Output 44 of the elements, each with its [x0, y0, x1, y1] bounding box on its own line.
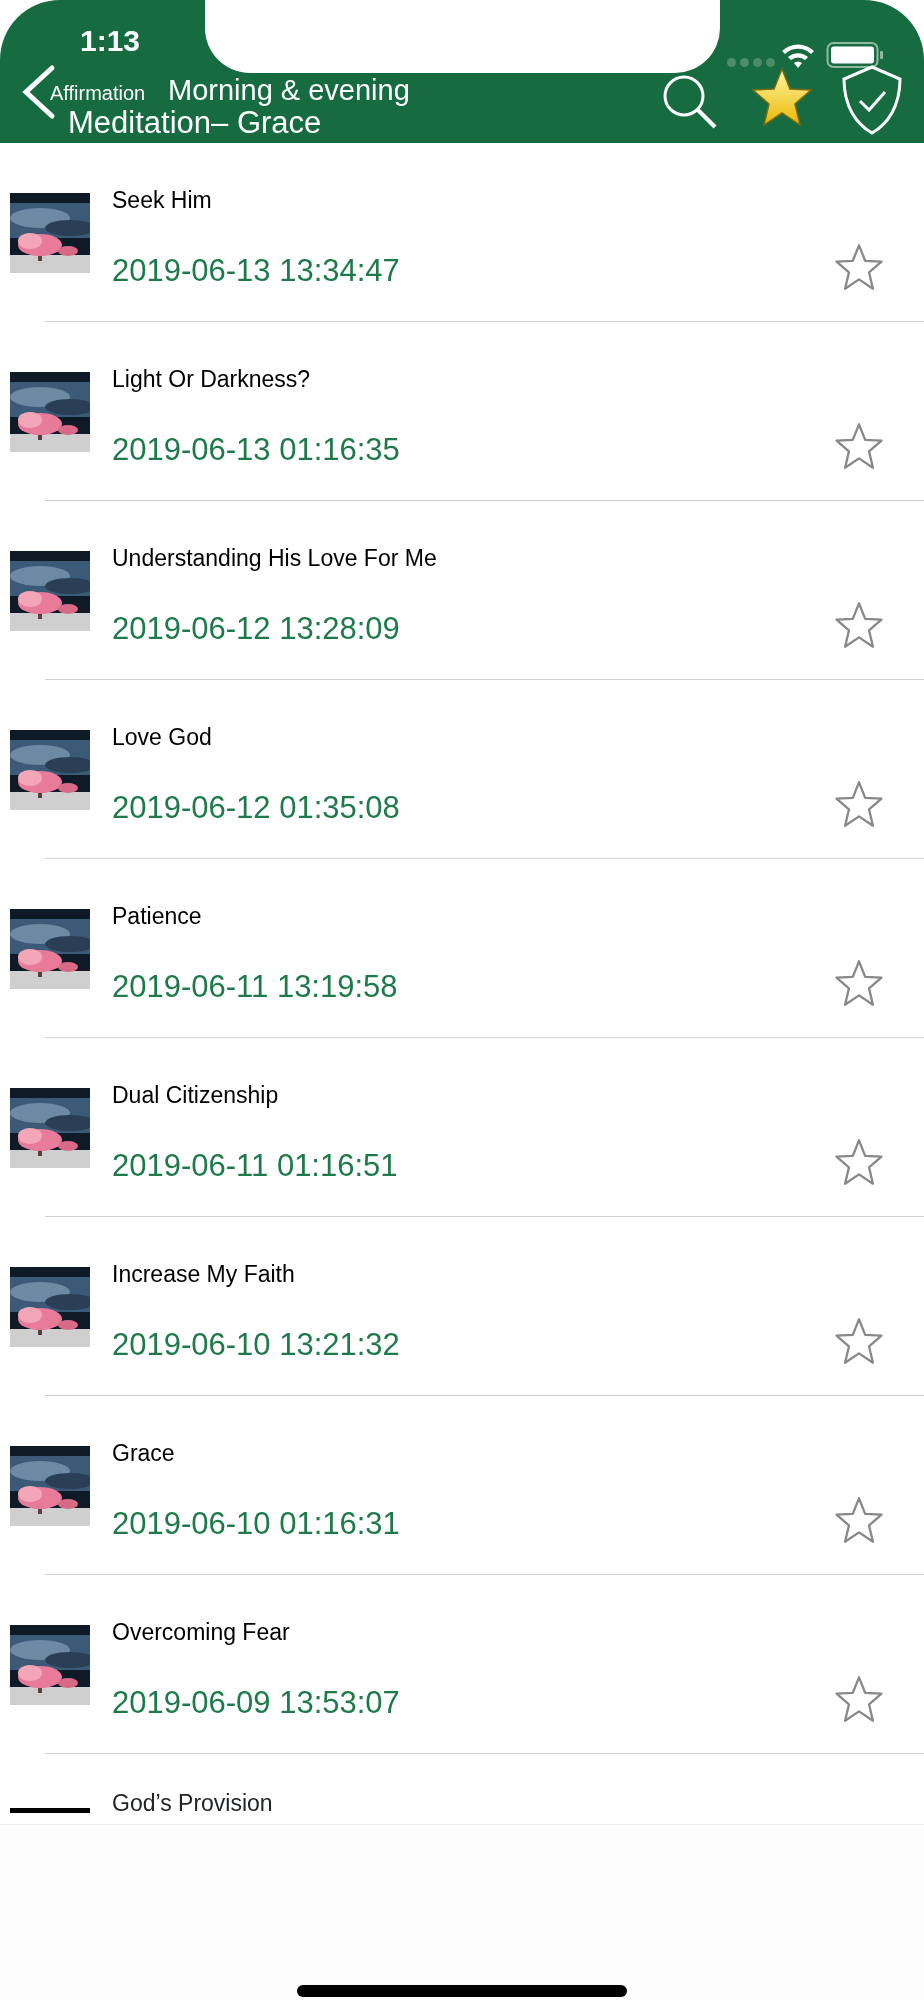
- entry-date: 2019-06-13 01:16:35: [112, 431, 400, 469]
- entry-title: Grace: [112, 1439, 175, 1468]
- star-icon[interactable]: [834, 422, 884, 470]
- list-row[interactable]: Dual Citizenship 2019-06-11 01:16:51: [0, 1038, 924, 1217]
- status-time: 1:13: [80, 23, 141, 59]
- star-icon[interactable]: [834, 959, 884, 1007]
- nav-title: Meditation– Grace: [68, 106, 322, 140]
- signal-icon: [727, 58, 775, 67]
- shield-icon[interactable]: [840, 64, 904, 136]
- star-icon[interactable]: [834, 601, 884, 649]
- entry-title: God’s Provision: [112, 1790, 273, 1816]
- entry-title: Dual Citizenship: [112, 1081, 279, 1110]
- list-row[interactable]: Light Or Darkness? 2019-06-13 01:16:35: [0, 322, 924, 501]
- entry-title: Overcoming Fear: [112, 1618, 290, 1647]
- star-icon[interactable]: [834, 1496, 884, 1544]
- entry-title: Patience: [112, 902, 202, 931]
- entry-date: 2019-06-12 01:35:08: [112, 789, 400, 827]
- list-row[interactable]: Seek Him 2019-06-13 13:34:47: [0, 143, 924, 322]
- entry-date: 2019-06-10 01:16:31: [112, 1505, 400, 1543]
- entry-title: Light Or Darkness?: [112, 365, 311, 394]
- entry-date: 2019-06-11 01:16:51: [112, 1147, 398, 1185]
- entry-title: Seek Him: [112, 186, 212, 215]
- entry-date: 2019-06-12 13:28:09: [112, 610, 400, 648]
- list-row[interactable]: Love God 2019-06-12 01:35:08: [0, 680, 924, 859]
- star-icon[interactable]: [834, 1138, 884, 1186]
- entry-date: 2019-06-13 13:34:47: [112, 252, 400, 290]
- entry-title: Love God: [112, 723, 212, 752]
- star-icon[interactable]: [834, 1317, 884, 1365]
- entry-title: Understanding His Love For Me: [112, 544, 437, 573]
- star-icon[interactable]: [834, 1675, 884, 1723]
- list-row[interactable]: Understanding His Love For Me 2019-06-12 13:28:09: [0, 501, 924, 680]
- list-row[interactable]: Patience 2019-06-11 13:19:58: [0, 859, 924, 1038]
- star-icon[interactable]: [834, 780, 884, 828]
- entry-date: 2019-06-09 13:53:07: [112, 1684, 400, 1722]
- list-row[interactable]: Grace 2019-06-10 01:16:31: [0, 1396, 924, 1575]
- list-row[interactable]: Increase My Faith 2019-06-10 13:21:32: [0, 1217, 924, 1396]
- entry-date: 2019-06-10 13:21:32: [112, 1326, 400, 1364]
- entry-date: 2019-06-11 13:19:58: [112, 968, 398, 1006]
- battery-icon: [826, 40, 886, 70]
- back-link[interactable]: Affirmation: [50, 78, 146, 108]
- star-icon[interactable]: [834, 243, 884, 291]
- list-row[interactable]: Overcoming Fear 2019-06-09 13:53:07: [0, 1575, 924, 1754]
- entry-title: Increase My Faith: [112, 1260, 295, 1289]
- nav-title: Morning & evening: [168, 74, 410, 106]
